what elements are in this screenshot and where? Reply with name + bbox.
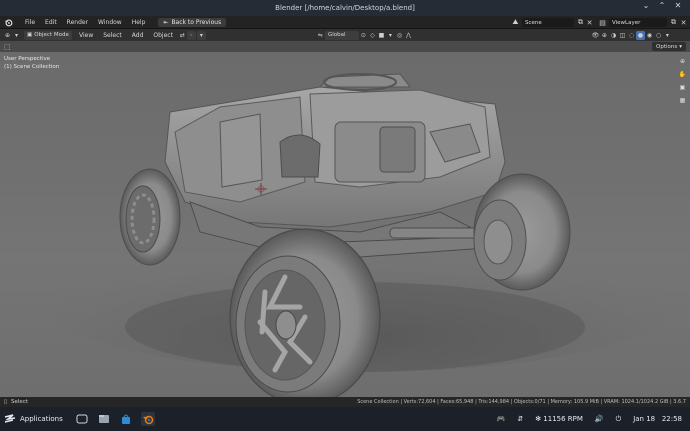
shading-solid-icon[interactable]: ● xyxy=(635,30,645,40)
minimize-icon[interactable]: ⌄ xyxy=(642,2,650,10)
distro-logo-icon xyxy=(4,414,16,423)
editor-type-chevron-icon[interactable]: ▾ xyxy=(12,31,21,40)
autokey-icon[interactable]: ▾ xyxy=(196,30,206,40)
pan-hand-icon[interactable]: ✋ xyxy=(678,70,687,79)
viewport-collection-label: (1) Scene Collection xyxy=(4,64,60,70)
proportional-falloff-icon[interactable]: ⋀ xyxy=(404,31,413,40)
fan-rpm-label: 11156 RPM xyxy=(543,415,583,423)
link-icon[interactable]: ⇄ xyxy=(178,31,187,40)
view-layer-icon[interactable]: ▤ xyxy=(598,18,607,27)
back-arrow-icon: ⇤ xyxy=(163,18,169,26)
zoom-icon[interactable]: ⊕ xyxy=(678,57,687,66)
navigation-gizmo-strip: ⊕ ✋ ▣ ▦ xyxy=(678,57,688,105)
menu-add[interactable]: Add xyxy=(127,32,149,39)
menu-help[interactable]: Help xyxy=(127,19,151,26)
vehicle-body xyxy=(164,73,506,258)
select-tool-icon[interactable]: ⬚ xyxy=(4,43,12,51)
options-label: Options xyxy=(656,43,678,50)
transform-orientation-icon[interactable]: ⇋ xyxy=(316,31,325,40)
mode-icon: ▣ xyxy=(27,32,33,38)
fan-icon: ✻ xyxy=(535,415,542,423)
blender-taskbar-icon[interactable] xyxy=(140,412,155,426)
back-to-previous-button[interactable]: ⇤ Back to Previous xyxy=(158,17,227,27)
scene-selector[interactable]: Scene xyxy=(522,18,574,27)
transform-orientation-label: Global xyxy=(327,32,346,38)
mouse-left-icon: ▯ xyxy=(4,399,8,405)
shading-wireframe-icon[interactable]: ◌ xyxy=(627,31,636,40)
menu-window[interactable]: Window xyxy=(93,19,127,26)
scene-statistics: Scene Collection | Verts:72,604 | Faces:… xyxy=(357,399,686,405)
file-manager-icon[interactable] xyxy=(97,412,111,426)
pivot-point-icon[interactable]: ⊙ xyxy=(359,31,368,40)
clock[interactable]: Jan 18 22:58 xyxy=(633,415,682,423)
gamepad-icon[interactable]: 🎮 xyxy=(497,415,506,423)
camera-icon[interactable]: ▣ xyxy=(678,83,687,92)
back-to-previous-label: Back to Previous xyxy=(171,18,222,26)
status-bar: ▯ Select Scene Collection | Verts:72,604… xyxy=(0,397,690,407)
volume-icon[interactable]: 🔊 xyxy=(595,415,604,423)
top-menubar: File Edit Render Window Help ⇤ Back to P… xyxy=(0,16,690,29)
status-select-label: Select xyxy=(11,399,28,405)
show-desktop-icon[interactable] xyxy=(75,412,89,426)
view-layer-remove-icon[interactable]: ✕ xyxy=(679,18,688,27)
menu-object[interactable]: Object xyxy=(148,32,178,39)
system-tray: 🎮 ⇵ ✻ 11156 RPM 🔊 ⏻ Jan 18 22:58 xyxy=(497,407,682,431)
power-icon[interactable]: ⏻ xyxy=(616,415,622,424)
date-label: Jan 18 xyxy=(633,415,656,423)
viewport-scene xyxy=(40,73,680,397)
close-icon[interactable]: ✕ xyxy=(674,2,682,10)
viewport-perspective-label: User Perspective xyxy=(4,56,51,62)
viewport-header: ⊕ ▾ ▣ Object Mode View Select Add Object… xyxy=(0,29,690,41)
rear-right-wheel xyxy=(473,173,571,291)
menu-render[interactable]: Render xyxy=(62,19,93,26)
menu-view[interactable]: View xyxy=(74,32,98,39)
tool-settings-row: ⬚ Options ▾ xyxy=(0,41,690,52)
options-button[interactable]: Options ▾ xyxy=(652,42,686,51)
applications-label: Applications xyxy=(20,415,63,423)
snap-settings-icon[interactable]: ▾ xyxy=(386,31,395,40)
window-titlebar: Blender [/home/calvin/Desktop/a.blend] ⌄… xyxy=(0,0,690,16)
view-layer-pin-icon[interactable]: ⧉ xyxy=(669,18,678,27)
menu-select[interactable]: Select xyxy=(98,32,127,39)
network-icon[interactable]: ⇵ xyxy=(517,415,523,423)
maximize-icon[interactable]: ⌃ xyxy=(658,2,666,10)
applications-menu-button[interactable]: Applications xyxy=(4,413,63,425)
scene-pin-icon[interactable]: ⧉ xyxy=(576,18,585,27)
menu-file[interactable]: File xyxy=(20,19,40,26)
desktop-taskbar: Applications 🎮 ⇵ ✻ 11156 RPM 🔊 ⏻ Jan 18 … xyxy=(0,407,690,431)
snap-target-icon[interactable]: ■ xyxy=(377,31,386,40)
view-layer-selector[interactable]: ViewLayer xyxy=(609,18,667,27)
options-chevron-icon: ▾ xyxy=(679,43,682,50)
software-store-icon[interactable] xyxy=(119,412,133,426)
front-left-wheel xyxy=(229,228,381,397)
status-left: ▯ Select xyxy=(4,399,28,405)
shading-material-icon[interactable]: ◉ xyxy=(645,31,654,40)
mode-selector[interactable]: ▣ Object Mode xyxy=(24,30,72,40)
scene-remove-icon[interactable]: ✕ xyxy=(585,18,594,27)
visibility-icon[interactable]: 👁 xyxy=(591,31,600,40)
window-controls: ⌄ ⌃ ✕ xyxy=(642,2,682,10)
snap-icon[interactable]: ◇ xyxy=(368,31,377,40)
rear-left-wheel xyxy=(119,168,181,266)
scene-name: Scene xyxy=(525,19,542,26)
transform-orientation-selector[interactable]: Global xyxy=(324,30,359,40)
proportional-edit-icon[interactable]: ◎ xyxy=(395,31,404,40)
editor-type-icon[interactable]: ⊕ xyxy=(3,31,12,40)
scene-icon[interactable]: ⛰ xyxy=(511,18,520,27)
view-layer-name: ViewLayer xyxy=(612,19,641,26)
blender-logo-icon[interactable] xyxy=(3,17,13,27)
overlay-icon[interactable]: ◑ xyxy=(609,31,618,40)
shading-options-icon[interactable]: ▾ xyxy=(663,31,672,40)
xray-icon[interactable]: ◫ xyxy=(618,31,627,40)
shading-rendered-icon[interactable]: ○ xyxy=(654,31,663,40)
gizmo-icon[interactable]: ⊕ xyxy=(600,31,609,40)
grid-icon[interactable]: ▦ xyxy=(678,96,687,105)
mode-label: Object Mode xyxy=(34,32,69,38)
window-title: Blender [/home/calvin/Desktop/a.blend] xyxy=(275,4,415,12)
time-label: 22:58 xyxy=(661,415,682,423)
keying-icon[interactable]: ◦ xyxy=(186,30,196,40)
fan-speed[interactable]: ✻ 11156 RPM xyxy=(535,415,583,423)
menu-edit[interactable]: Edit xyxy=(40,19,62,26)
3d-viewport[interactable]: User Perspective (1) Scene Collection ⊕ … xyxy=(0,52,690,397)
